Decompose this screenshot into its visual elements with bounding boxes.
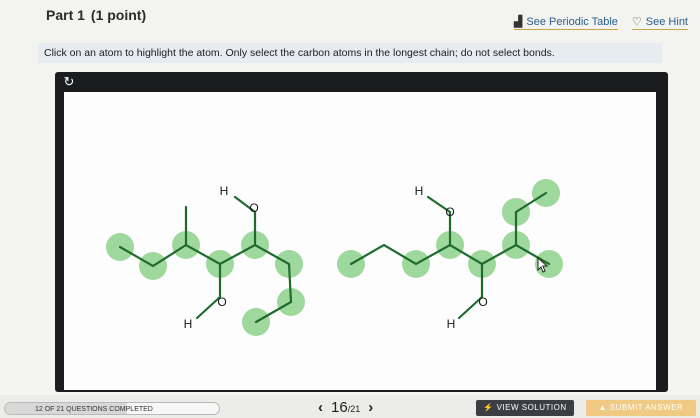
molecule-drawing: O H O H O H O H — [106, 179, 563, 336]
bar-chart-icon: ▟ — [513, 16, 523, 28]
points-label: (1 point) — [90, 7, 147, 23]
hydrogen-label: H — [220, 184, 229, 198]
header-links: ▟ See Periodic Table ♡ See Hint — [513, 15, 688, 30]
submit-label: SUBMIT ANSWER — [609, 403, 684, 412]
view-solution-button[interactable]: ⚡ VIEW SOLUTION — [476, 400, 574, 416]
oxygen-label: O — [445, 205, 454, 219]
hydrogen-label: H — [447, 317, 456, 331]
page-current: 16 — [331, 399, 348, 416]
progress-text: 12 OF 21 QUESTIONS COMPLETED — [35, 406, 153, 413]
question-pager: ‹ 16/21 › — [318, 399, 373, 416]
see-periodic-table-link[interactable]: ▟ See Periodic Table — [513, 15, 618, 30]
prev-question-button[interactable]: ‹ — [318, 399, 323, 416]
page-total: /21 — [347, 404, 361, 414]
hydrogen-label: H — [415, 184, 424, 198]
submit-icon: ▲ — [598, 403, 608, 412]
part-title: Part 1 (1 point) — [46, 7, 146, 23]
oxygen-label: O — [478, 295, 487, 309]
molecule-canvas: O H O H O H O H — [64, 92, 656, 390]
submit-answer-button[interactable]: ▲ SUBMIT ANSWER — [586, 400, 696, 416]
view-solution-label: VIEW SOLUTION — [496, 403, 567, 412]
next-question-button[interactable]: › — [368, 399, 373, 416]
progress-bar: 12 OF 21 QUESTIONS COMPLETED — [4, 402, 220, 415]
periodic-label: See Periodic Table — [526, 15, 618, 28]
see-hint-link[interactable]: ♡ See Hint — [631, 15, 688, 30]
bolt-icon: ⚡ — [483, 403, 494, 412]
reset-icon[interactable]: ↻ — [60, 75, 78, 89]
part-label: Part 1 — [46, 7, 85, 23]
oxygen-label: O — [217, 295, 226, 309]
instruction-text: Click on an atom to highlight the atom. … — [38, 43, 662, 63]
hydrogen-label: H — [184, 317, 193, 331]
oxygen-label: O — [249, 201, 258, 215]
hint-label: See Hint — [645, 15, 688, 28]
lightbulb-icon: ♡ — [631, 16, 642, 28]
